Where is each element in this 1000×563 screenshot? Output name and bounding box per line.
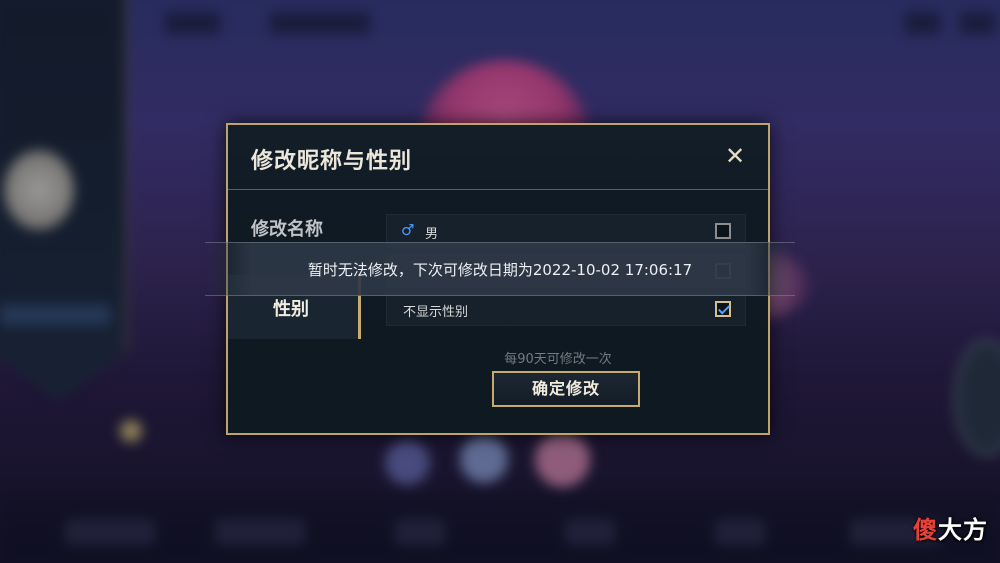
- toast-message: 暂时无法修改，下次可修改日期为2022-10-02 17:06:17: [307, 261, 693, 279]
- close-button[interactable]: ✕: [724, 142, 746, 170]
- watermark-logo: 傻大方: [913, 510, 988, 545]
- male-icon: ♂: [401, 221, 415, 239]
- option-label: 男: [425, 227, 439, 242]
- dialog-header: 修改昵称与性别 ✕: [228, 125, 768, 190]
- confirm-button[interactable]: 确定修改: [492, 371, 640, 407]
- tab-label: 性别: [273, 299, 309, 320]
- checkbox[interactable]: [715, 223, 731, 239]
- option-label: 不显示性别: [403, 305, 469, 320]
- change-limit-hint: 每90天可修改一次: [504, 352, 612, 367]
- checkbox-checked[interactable]: [715, 301, 731, 317]
- toast-notification: 暂时无法修改，下次可修改日期为2022-10-02 17:06:17: [205, 242, 795, 296]
- tab-label: 修改名称: [251, 219, 323, 240]
- watermark-char: 傻: [913, 516, 938, 544]
- dialog-title: 修改昵称与性别: [251, 149, 413, 174]
- watermark-text: 大方: [938, 516, 988, 544]
- gender-option-hidden[interactable]: 不显示性别: [386, 292, 746, 326]
- close-icon: ✕: [724, 142, 746, 170]
